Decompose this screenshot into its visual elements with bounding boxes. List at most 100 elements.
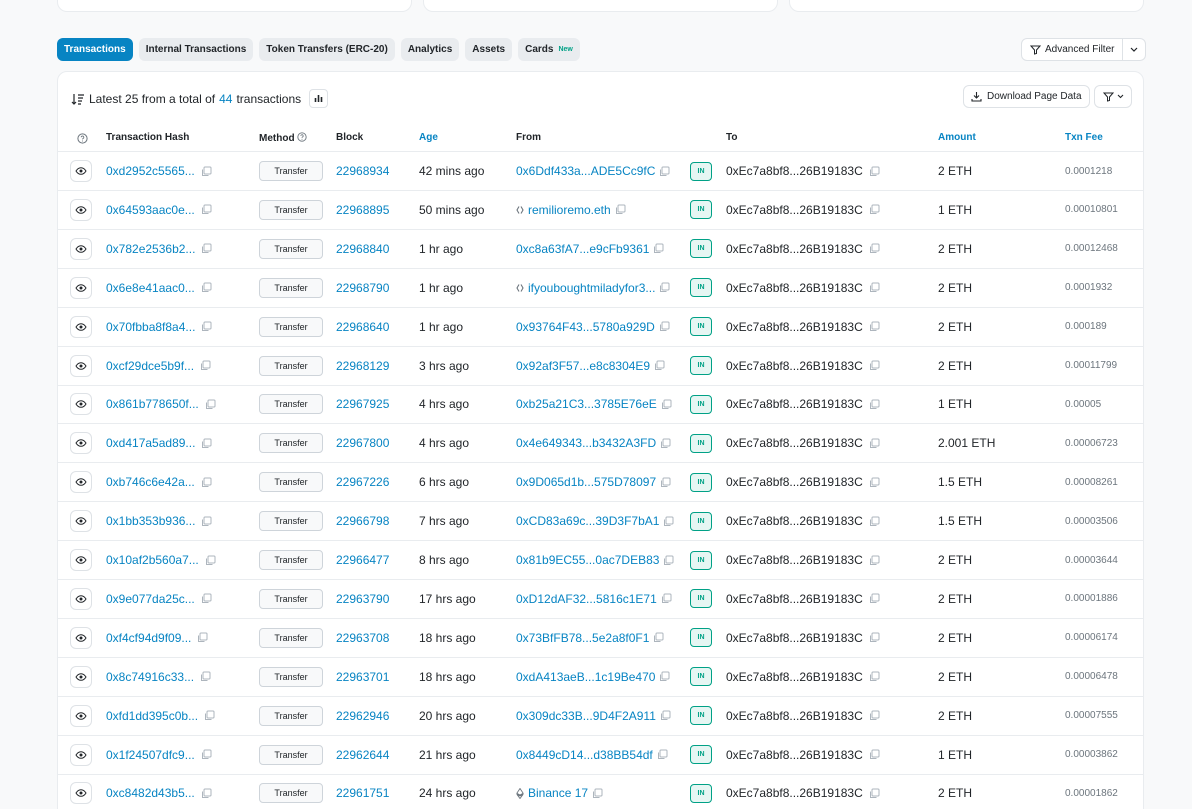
copy-icon[interactable] [869, 788, 880, 799]
copy-icon[interactable] [200, 671, 211, 682]
copy-icon[interactable] [205, 555, 216, 566]
block-link[interactable]: 22961751 [336, 786, 389, 800]
copy-icon[interactable] [201, 243, 212, 254]
copy-icon[interactable] [201, 749, 212, 760]
copy-icon[interactable] [663, 516, 674, 527]
copy-icon[interactable] [661, 593, 672, 604]
copy-icon[interactable] [592, 788, 603, 799]
copy-icon[interactable] [659, 282, 670, 293]
block-link[interactable]: 22968790 [336, 281, 389, 295]
advanced-filter-dropdown[interactable] [1123, 39, 1145, 60]
copy-icon[interactable] [201, 516, 212, 527]
tab-token-transfers[interactable]: Token Transfers (ERC-20) [259, 38, 395, 61]
block-link[interactable]: 22968934 [336, 164, 389, 178]
col-txn-fee[interactable]: Txn Fee [1065, 132, 1103, 143]
from-address-link[interactable]: 0x92af3F57...e8c8304E9 [516, 359, 650, 373]
chart-button[interactable] [309, 89, 329, 108]
preview-button[interactable] [70, 587, 92, 610]
transaction-hash-link[interactable]: 0x8c74916c33... [106, 670, 194, 684]
from-address-link[interactable]: 0xc8a63fA7...e9cFb9361 [516, 242, 649, 256]
preview-button[interactable] [70, 160, 92, 182]
copy-icon[interactable] [869, 166, 880, 177]
block-link[interactable]: 22963701 [336, 670, 389, 684]
preview-button[interactable] [70, 665, 92, 688]
from-address-link[interactable]: 0x9D065d1b...575D78097 [516, 475, 656, 489]
copy-icon[interactable] [869, 438, 880, 449]
block-link[interactable]: 22968840 [336, 242, 389, 256]
preview-button[interactable] [70, 237, 92, 260]
copy-icon[interactable] [869, 593, 880, 604]
transaction-hash-link[interactable]: 0xd2952c5565... [106, 164, 195, 178]
copy-icon[interactable] [654, 360, 665, 371]
transaction-hash-link[interactable]: 0xfd1dd395c0b... [106, 709, 198, 723]
copy-icon[interactable] [663, 555, 674, 566]
block-link[interactable]: 22966477 [336, 553, 389, 567]
copy-icon[interactable] [201, 593, 212, 604]
preview-button[interactable] [70, 626, 92, 649]
transaction-hash-link[interactable]: 0x9e077da25c... [106, 592, 195, 606]
preview-button[interactable] [70, 782, 92, 805]
from-address-link[interactable]: 0xD12dAF32...5816c1E71 [516, 592, 657, 606]
copy-icon[interactable] [653, 243, 664, 254]
advanced-filter-button[interactable]: Advanced Filter [1022, 39, 1124, 60]
transaction-hash-link[interactable]: 0xf4cf94d9f09... [106, 631, 191, 645]
copy-icon[interactable] [201, 166, 212, 177]
block-link[interactable]: 22962946 [336, 709, 389, 723]
block-link[interactable]: 22963708 [336, 631, 389, 645]
from-address-link[interactable]: 0x8449cD14...d38BB54df [516, 748, 653, 762]
copy-icon[interactable] [204, 710, 215, 721]
block-link[interactable]: 22967226 [336, 475, 389, 489]
transaction-hash-link[interactable]: 0x1bb353b936... [106, 514, 195, 528]
from-address-link[interactable]: 0x6Ddf433a...ADE5Cc9fC [516, 164, 655, 178]
copy-icon[interactable] [869, 477, 880, 488]
copy-icon[interactable] [869, 516, 880, 527]
block-link[interactable]: 22967800 [336, 436, 389, 450]
transaction-hash-link[interactable]: 0x10af2b560a7... [106, 553, 199, 567]
transaction-hash-link[interactable]: 0x1f24507dfc9... [106, 748, 195, 762]
copy-icon[interactable] [869, 360, 880, 371]
preview-button[interactable] [70, 432, 92, 455]
copy-icon[interactable] [660, 710, 671, 721]
copy-icon[interactable] [869, 243, 880, 254]
copy-icon[interactable] [659, 671, 670, 682]
copy-icon[interactable] [660, 477, 671, 488]
col-amount[interactable]: Amount [938, 132, 976, 143]
preview-button[interactable] [70, 471, 92, 494]
preview-button[interactable] [70, 743, 92, 766]
copy-icon[interactable] [201, 282, 212, 293]
copy-icon[interactable] [869, 321, 880, 332]
copy-icon[interactable] [659, 166, 670, 177]
copy-icon[interactable] [869, 749, 880, 760]
copy-icon[interactable] [201, 438, 212, 449]
from-address-link[interactable]: 0x93764F43...5780a929D [516, 320, 655, 334]
preview-button[interactable] [70, 315, 92, 338]
copy-icon[interactable] [661, 399, 672, 410]
from-address-link[interactable]: Binance 17 [528, 786, 588, 800]
copy-icon[interactable] [201, 321, 212, 332]
from-address-link[interactable]: 0x309dc33B...9D4F2A911 [516, 709, 656, 723]
block-link[interactable]: 22963790 [336, 592, 389, 606]
preview-button[interactable] [70, 393, 92, 416]
from-address-link[interactable]: 0xdA413aeB...1c19Be470 [516, 670, 655, 684]
preview-button[interactable] [70, 354, 92, 377]
copy-icon[interactable] [201, 788, 212, 799]
tab-internal-transactions[interactable]: Internal Transactions [138, 38, 254, 61]
preview-button[interactable] [70, 510, 92, 533]
from-address-link[interactable]: remilioremo.eth [528, 203, 611, 217]
block-link[interactable]: 22962644 [336, 748, 389, 762]
question-circle-icon[interactable] [297, 132, 307, 142]
from-address-link[interactable]: 0x81b9EC55...0ac7DEB83 [516, 553, 659, 567]
block-link[interactable]: 22968640 [336, 320, 389, 334]
from-address-link[interactable]: 0x4e649343...b3432A3FD [516, 436, 656, 450]
preview-button[interactable] [70, 549, 92, 571]
preview-button[interactable] [70, 198, 92, 221]
block-link[interactable]: 22967925 [336, 397, 389, 411]
tab-analytics[interactable]: Analytics [400, 38, 460, 61]
transaction-hash-link[interactable]: 0xc8482d43b5... [106, 786, 195, 800]
copy-icon[interactable] [869, 204, 880, 215]
copy-icon[interactable] [201, 477, 212, 488]
from-address-link[interactable]: ifyouboughtmiladyfor3... [528, 281, 655, 295]
transaction-hash-link[interactable]: 0xcf29dce5b9f... [106, 359, 194, 373]
copy-icon[interactable] [657, 749, 668, 760]
transaction-hash-link[interactable]: 0x861b778650f... [106, 397, 199, 411]
